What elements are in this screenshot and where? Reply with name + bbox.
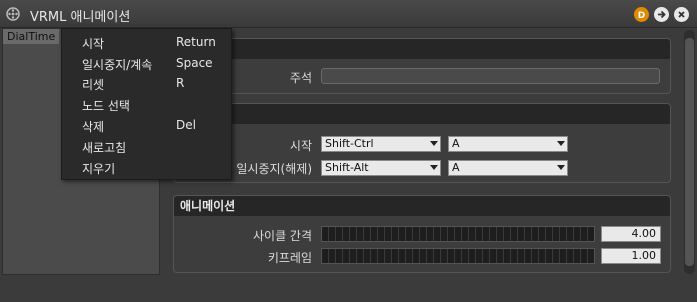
menu-item-label: 일시중지/계속	[82, 58, 153, 72]
cycle-interval-value[interactable]: 4.00	[601, 226, 661, 242]
scrollbar-thumb[interactable]	[685, 38, 694, 266]
menu-item-shortcut: Return	[176, 35, 216, 49]
menu-item-shortcut: Del	[176, 118, 196, 132]
keyframe-value[interactable]: 1.00	[601, 248, 661, 264]
menu-item-label: 새로고침	[82, 141, 127, 155]
menu-item-start[interactable]: 시작 Return	[62, 32, 231, 52]
pause-key-select[interactable]: A	[448, 160, 568, 176]
chevron-down-icon	[430, 165, 438, 170]
pause-key-value: A	[452, 161, 460, 174]
section-animation-header: 애니메이션	[174, 196, 670, 216]
menu-item-label: 지우기	[82, 162, 116, 176]
chevron-down-icon	[430, 141, 438, 146]
menu-item-label: 노드 선택	[82, 99, 130, 113]
menu-item-shortcut: R	[176, 76, 185, 90]
d-badge-icon[interactable]: D	[634, 7, 649, 22]
cycle-interval-label: 사이클 간격	[252, 229, 312, 243]
start-key-value: A	[452, 137, 460, 150]
chevron-down-icon	[557, 141, 565, 146]
menu-item-reset[interactable]: 리셋 R	[62, 73, 231, 93]
menu-item-clear[interactable]: 지우기	[62, 157, 231, 177]
pause-modifier-select[interactable]: Shift-Alt	[321, 160, 441, 176]
film-reel-icon[interactable]	[6, 7, 20, 21]
section-comment	[173, 38, 671, 94]
start-modifier-select[interactable]: Shift-Ctrl	[321, 136, 441, 152]
start-modifier-value: Shift-Ctrl	[325, 137, 374, 150]
keyframe-label: 키프레임	[267, 251, 312, 265]
keyframe-slider[interactable]	[321, 248, 595, 264]
menu-item-delete[interactable]: 삭제 Del	[62, 115, 231, 135]
close-icon[interactable]	[674, 7, 689, 22]
menu-item-label: 리셋	[82, 78, 105, 92]
pause-shortcut-label: 일시중지(해제)	[236, 162, 312, 176]
comment-input[interactable]	[321, 68, 660, 84]
window-title: VRML 애니메이션	[30, 10, 131, 25]
arrow-right-icon[interactable]	[654, 7, 669, 22]
start-key-select[interactable]: A	[448, 136, 568, 152]
title-bar: VRML 애니메이션 D	[0, 0, 697, 28]
start-shortcut-label: 시작	[289, 139, 312, 153]
menu-item-label: 삭제	[82, 120, 105, 134]
pause-modifier-value: Shift-Alt	[325, 161, 369, 174]
menu-item-pause-resume[interactable]: 일시중지/계속 Space	[62, 53, 231, 73]
svg-text:D: D	[638, 11, 645, 21]
comment-label: 주석	[289, 71, 312, 85]
section-comment-header	[174, 39, 670, 59]
menu-item-refresh[interactable]: 새로고침	[62, 136, 231, 156]
menu-item-select-node[interactable]: 노드 선택	[62, 94, 231, 114]
menu-item-shortcut: Space	[176, 56, 213, 70]
cycle-interval-slider[interactable]	[321, 226, 595, 242]
menu-item-label: 시작	[82, 37, 105, 51]
section-shortcuts-header	[174, 104, 670, 124]
node-list-item-selected[interactable]: DialTime	[3, 29, 59, 44]
vertical-scrollbar[interactable]	[684, 30, 695, 274]
chevron-down-icon	[557, 165, 565, 170]
context-menu: 시작 Return 일시중지/계속 Space 리셋 R 노드 선택 삭제 De…	[61, 28, 232, 180]
